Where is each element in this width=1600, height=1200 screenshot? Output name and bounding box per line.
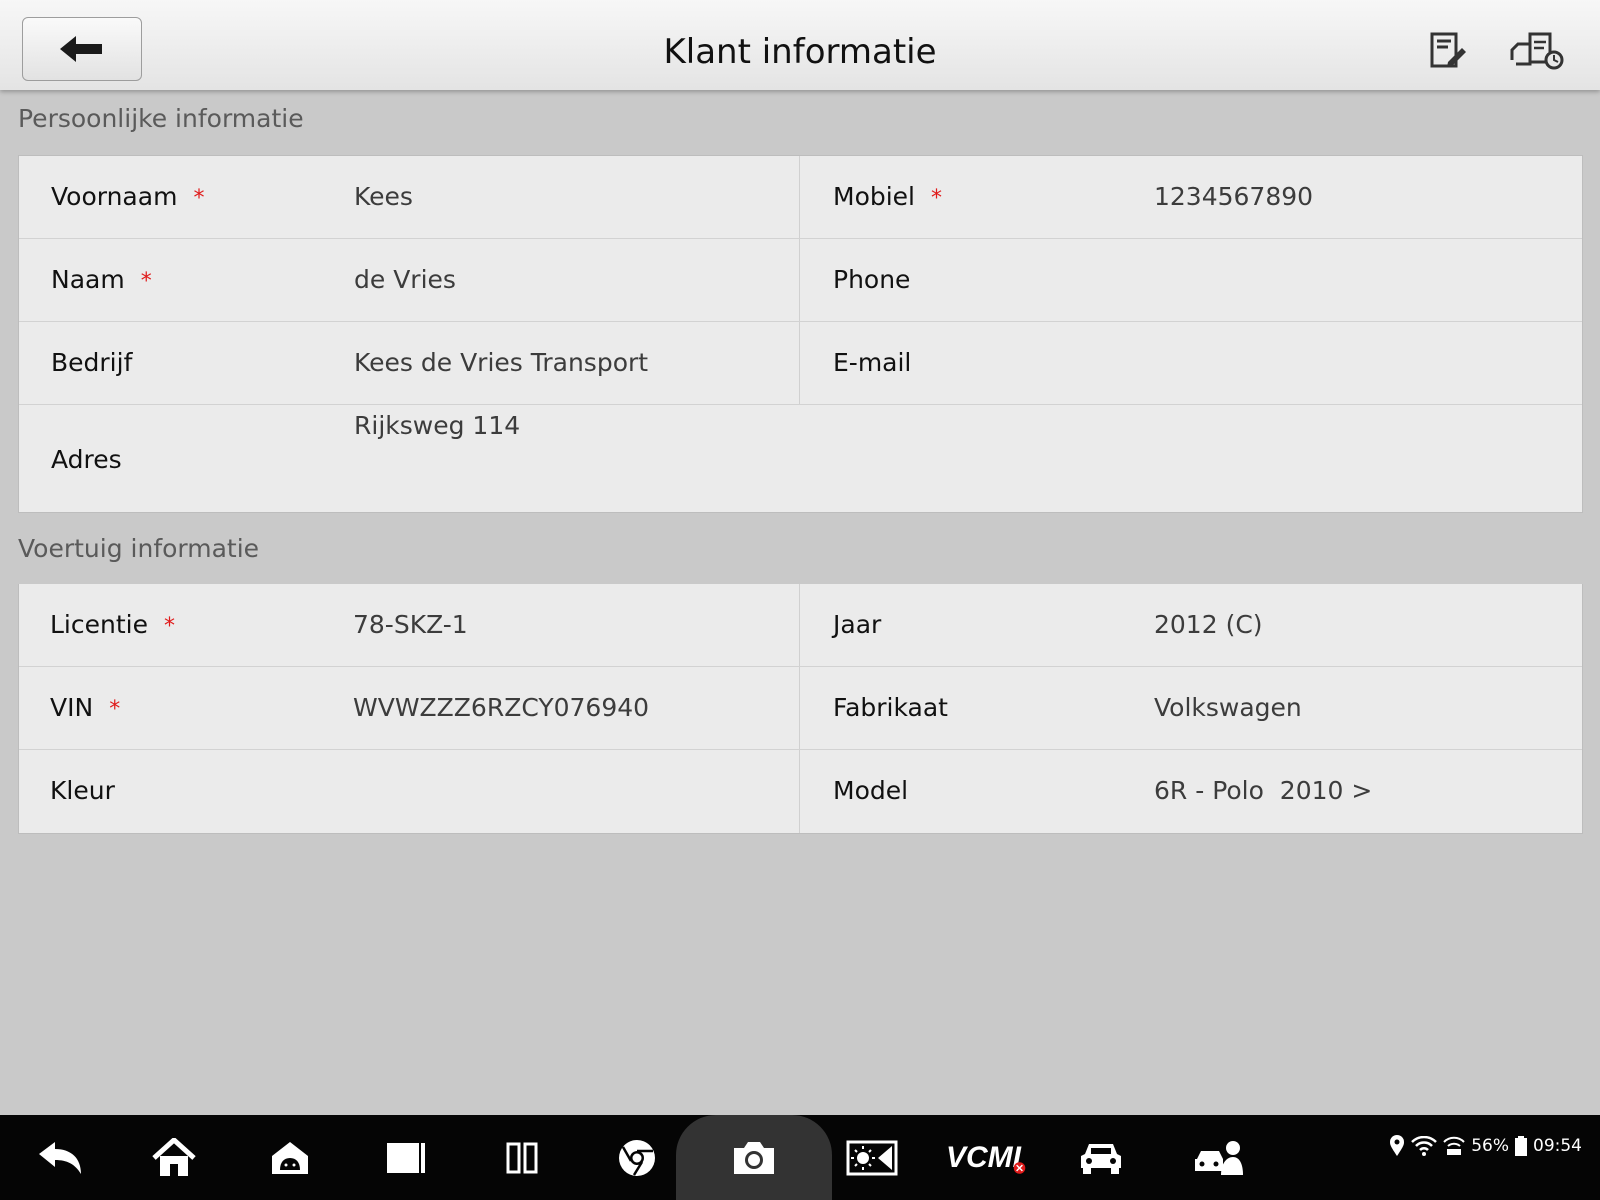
field-label: Jaar xyxy=(833,610,882,639)
field-email[interactable]: E-mail xyxy=(801,322,1584,404)
vehicle-info-panel: Licentie * 78-SKZ-1 Jaar 2012 (C) VIN * WV… xyxy=(18,584,1583,834)
taskbar-recent-button[interactable] xyxy=(374,1115,438,1200)
section-title-vehicle: Voertuig informatie xyxy=(18,534,260,563)
required-mark: * xyxy=(193,186,205,211)
camera-icon xyxy=(734,1141,774,1174)
field-label: Adres xyxy=(51,445,122,474)
taskbar-brightness-button[interactable] xyxy=(838,1115,906,1200)
back-arrow-icon xyxy=(60,36,102,62)
vcmi-wifi-icon xyxy=(1443,1136,1465,1155)
brightness-icon xyxy=(846,1140,898,1175)
field-label: Licentie xyxy=(50,610,148,639)
table-row: Kleur Model 6R - Polo 2010 > xyxy=(19,750,1582,833)
field-value-bedrijf: Kees de Vries Transport xyxy=(354,348,649,377)
field-value-mobiel: 1234567890 xyxy=(1154,182,1314,211)
field-value-vin: WVWZZZ6RZCY076940 xyxy=(353,693,650,722)
field-label: Model xyxy=(833,776,909,805)
personal-info-panel: Voornaam * Kees Mobiel * 1234567890 Naam * … xyxy=(18,155,1583,513)
field-kleur[interactable]: Kleur xyxy=(19,750,800,833)
chrome-icon xyxy=(619,1139,655,1176)
required-mark: * xyxy=(163,614,175,639)
field-label: Voornaam xyxy=(51,182,178,211)
field-vin[interactable]: VIN * WVWZZZ6RZCY076940 xyxy=(19,667,800,749)
back-button[interactable] xyxy=(22,17,142,81)
field-value-model: 6R - Polo 2010 > xyxy=(1154,776,1373,805)
field-value-licentie: 78-SKZ-1 xyxy=(353,610,468,639)
field-label: Mobiel xyxy=(833,182,916,211)
field-jaar[interactable]: Jaar 2012 (C) xyxy=(801,584,1584,666)
app-header: Klant informatie xyxy=(0,0,1600,90)
section-title-personal: Persoonlijke informatie xyxy=(18,104,304,133)
field-licentie[interactable]: Licentie * 78-SKZ-1 xyxy=(19,584,800,666)
field-adres[interactable]: Adres Rijksweg 114 xyxy=(19,405,1582,512)
field-label: Phone xyxy=(833,265,911,294)
taskbar-camera-button[interactable] xyxy=(716,1115,792,1200)
field-label: E-mail xyxy=(833,348,912,377)
required-mark: * xyxy=(140,269,152,294)
battery-percent: 56% xyxy=(1471,1136,1509,1156)
back-icon xyxy=(39,1141,81,1174)
car-icon xyxy=(1081,1143,1121,1174)
field-model[interactable]: Model 6R - Polo 2010 > xyxy=(801,750,1584,833)
field-value-voornaam: Kees xyxy=(354,182,413,211)
table-row: Adres Rijksweg 114 xyxy=(19,405,1582,512)
table-row: Naam * de Vries Phone xyxy=(19,239,1582,322)
clock: 09:54 xyxy=(1533,1136,1582,1156)
table-row: Licentie * 78-SKZ-1 Jaar 2012 (C) xyxy=(19,584,1582,667)
page-title: Klant informatie xyxy=(663,32,937,72)
disconnected-icon xyxy=(1013,1161,1026,1174)
field-label: Fabrikaat xyxy=(833,693,948,722)
customer-car-icon xyxy=(1195,1140,1243,1175)
field-bedrijf[interactable]: Bedrijf Kees de Vries Transport xyxy=(19,322,800,404)
edit-document-icon xyxy=(1430,32,1466,68)
vehicle-history-button[interactable] xyxy=(1510,30,1566,74)
vcmi-label: VCMI xyxy=(946,1140,1021,1174)
recent-apps-icon xyxy=(387,1142,425,1173)
field-label: VIN xyxy=(50,693,94,722)
field-phone[interactable]: Phone xyxy=(801,239,1584,321)
field-mobiel[interactable]: Mobiel * 1234567890 xyxy=(801,156,1584,238)
taskbar-vcmi-button[interactable]: VCMI xyxy=(946,1115,1026,1200)
table-row: Voornaam * Kees Mobiel * 1234567890 xyxy=(19,156,1582,239)
field-label: Naam xyxy=(51,265,125,294)
taskbar-browser-button[interactable] xyxy=(604,1115,670,1200)
taskbar-android-home-button[interactable] xyxy=(258,1115,322,1200)
taskbar-vehicle-button[interactable] xyxy=(1068,1115,1134,1200)
location-icon xyxy=(1390,1135,1405,1156)
taskbar-home-button[interactable] xyxy=(142,1115,206,1200)
field-voornaam[interactable]: Voornaam * Kees xyxy=(19,156,800,238)
android-home-icon xyxy=(272,1141,308,1174)
field-value-fabrikaat: Volkswagen xyxy=(1154,693,1302,722)
field-value-jaar: 2012 (C) xyxy=(1154,610,1263,639)
battery-icon xyxy=(1515,1136,1527,1156)
status-bar: 56% 09:54 xyxy=(1389,1135,1582,1157)
taskbar-split-screen-button[interactable] xyxy=(490,1115,554,1200)
vehicle-history-icon xyxy=(1510,32,1564,70)
table-row: Bedrijf Kees de Vries Transport E-mail xyxy=(19,322,1582,405)
field-label: Bedrijf xyxy=(51,348,133,377)
field-value-adres: Rijksweg 114 xyxy=(354,411,521,440)
field-value-naam: de Vries xyxy=(354,265,456,294)
field-fabrikaat[interactable]: Fabrikaat Volkswagen xyxy=(801,667,1584,749)
field-label: Kleur xyxy=(50,776,115,805)
taskbar-back-button[interactable] xyxy=(28,1115,92,1200)
taskbar-customer-button[interactable] xyxy=(1186,1115,1252,1200)
home-icon xyxy=(152,1137,196,1176)
required-mark: * xyxy=(109,697,121,722)
field-naam[interactable]: Naam * de Vries xyxy=(19,239,800,321)
table-row: VIN * WVWZZZ6RZCY076940 Fabrikaat Volkswa… xyxy=(19,667,1582,750)
edit-document-button[interactable] xyxy=(1428,30,1472,74)
required-mark: * xyxy=(931,186,943,211)
wifi-icon xyxy=(1411,1136,1438,1156)
split-screen-icon xyxy=(506,1142,538,1173)
